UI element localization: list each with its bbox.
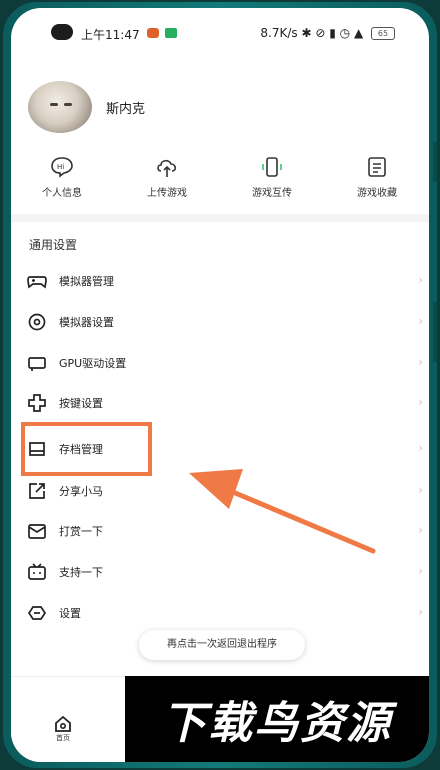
settings-item-label: 设置: [59, 607, 81, 620]
quick-action-label: 游戏互传: [252, 188, 292, 199]
quick-action-personal-info[interactable]: Hi 个人信息: [22, 156, 102, 199]
chevron-right-icon: ›: [418, 564, 423, 578]
phone-frame: 上午11:47 8.7K/s ✱ ⊘ ▮ ◷ ▲ 65 斯内克 Hi 个人信息: [3, 2, 437, 768]
dpad-icon: [28, 394, 46, 412]
avatar-eye: [64, 103, 72, 106]
chevron-right-icon: ›: [418, 314, 423, 328]
profile-name[interactable]: 斯内克: [106, 98, 145, 117]
network-speed: 8.7K/s: [260, 26, 298, 40]
screen: 上午11:47 8.7K/s ✱ ⊘ ▮ ◷ ▲ 65 斯内克 Hi 个人信息: [11, 8, 429, 762]
status-time: 上午11:47: [81, 28, 140, 42]
settings-item-label: 按键设置: [59, 397, 103, 410]
chevron-right-icon: ›: [418, 605, 423, 619]
nav-home-label: 首页: [56, 734, 70, 742]
settings-item-gpu-driver[interactable]: GPU驱动设置 ›: [21, 343, 423, 383]
exit-toast: 再点击一次返回退出程序: [139, 630, 305, 660]
chevron-right-icon: ›: [418, 273, 423, 287]
settings-item-emulator-settings[interactable]: 模拟器设置 ›: [21, 302, 423, 342]
section-divider: [11, 214, 429, 222]
chevron-right-icon: ›: [418, 355, 423, 369]
chevron-right-icon: ›: [418, 483, 423, 497]
chevron-right-icon: ›: [418, 523, 423, 537]
signal-icons: ✱ ⊘ ▮ ◷ ▲: [301, 26, 364, 40]
quick-action-label: 上传游戏: [147, 188, 187, 199]
quick-action-game-transfer[interactable]: 游戏互传: [232, 156, 312, 199]
avatar[interactable]: [28, 81, 92, 133]
phone-transfer-icon: [262, 157, 282, 177]
quick-action-game-favorites[interactable]: 游戏收藏: [337, 156, 417, 199]
battery-icon: 65: [371, 27, 395, 40]
hi-bubble-icon: Hi: [51, 157, 73, 178]
tv-support-icon: [28, 563, 46, 580]
chevron-right-icon: ›: [418, 395, 423, 409]
annotation-arrow-icon: [189, 469, 376, 554]
gpu-card-icon: [28, 357, 46, 371]
settings-gear-icon: [28, 313, 46, 331]
chevron-right-icon: ›: [418, 441, 423, 455]
settings-item-label: 模拟器设置: [59, 316, 114, 329]
quick-action-label: 游戏收藏: [357, 188, 397, 199]
settings-icon: [27, 606, 47, 620]
watermark-banner: 下载鸟资源: [125, 676, 429, 762]
settings-item-label: 支持一下: [59, 566, 103, 579]
volume-button: [433, 142, 437, 182]
share-icon: [29, 483, 45, 499]
annotation-highlight-box: [21, 422, 152, 476]
status-right: 8.7K/s ✱ ⊘ ▮ ◷ ▲ 65: [260, 26, 395, 40]
app-notification-icon: [165, 28, 177, 38]
cloud-upload-icon: [157, 159, 177, 177]
settings-item-label: 模拟器管理: [59, 275, 114, 288]
quick-action-label: 个人信息: [42, 188, 82, 199]
envelope-icon: [28, 524, 46, 539]
list-document-icon: [368, 157, 386, 177]
settings-item-settings[interactable]: 设置 ›: [21, 593, 423, 633]
home-icon: [55, 715, 71, 732]
app-notification-icon: [147, 28, 159, 38]
settings-item-label: GPU驱动设置: [59, 357, 127, 370]
section-title: 通用设置: [29, 238, 78, 252]
settings-item-label: 打赏一下: [59, 525, 103, 538]
settings-item-support[interactable]: 支持一下 ›: [21, 552, 423, 592]
svg-text:Hi: Hi: [57, 163, 64, 171]
settings-item-key-settings[interactable]: 按键设置 ›: [21, 383, 423, 423]
settings-item-emulator-management[interactable]: 模拟器管理 ›: [21, 261, 423, 301]
watermark-text: 下载鸟资源: [162, 698, 392, 749]
quick-action-upload-game[interactable]: 上传游戏: [127, 156, 207, 199]
power-button: [433, 302, 437, 362]
gamepad-icon: [27, 276, 47, 289]
camera-notch: [51, 24, 73, 40]
settings-item-label: 分享小马: [59, 485, 103, 498]
avatar-eye: [50, 103, 58, 106]
status-bar: 上午11:47 8.7K/s ✱ ⊘ ▮ ◷ ▲ 65: [11, 8, 429, 50]
nav-home[interactable]: 首页: [48, 715, 78, 743]
